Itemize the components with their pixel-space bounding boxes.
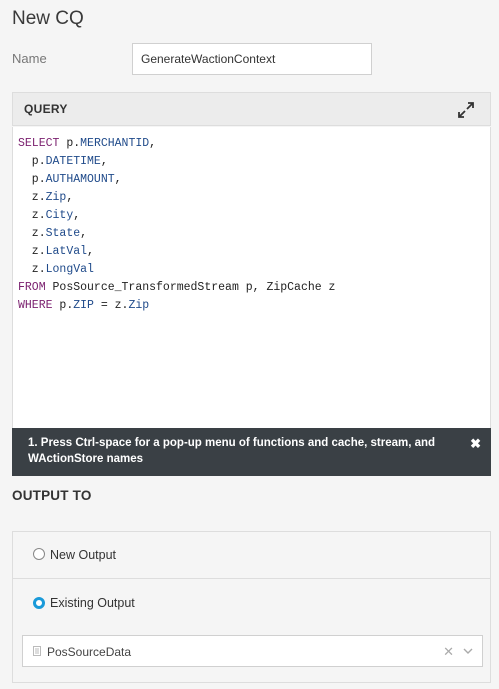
query-line: z.State, [18, 225, 485, 243]
query-field: Zip [45, 191, 67, 204]
query-text: PosSource_TransformedStream p, ZipCache … [45, 281, 336, 294]
existing-output-label: Existing Output [50, 596, 135, 610]
clear-icon[interactable]: ✕ [443, 644, 454, 660]
new-output-radio[interactable] [33, 548, 45, 560]
query-text: z. [18, 209, 46, 222]
output-title: OUTPUT TO [12, 488, 92, 503]
query-field: LatVal [45, 245, 88, 258]
page-title: New CQ [12, 8, 84, 29]
query-field: State [45, 227, 81, 240]
query-text: , [87, 245, 94, 258]
query-text: , [100, 155, 108, 168]
query-field: DATETIME [45, 155, 101, 168]
query-line: p.DATETIME, [18, 153, 485, 171]
query-text: z. [18, 245, 46, 258]
tip-banner: 1. Press Ctrl-space for a pop-up menu of… [12, 428, 491, 476]
query-text: z. [18, 263, 46, 276]
query-keyword: SELECT [18, 137, 60, 150]
query-text: , [114, 173, 122, 186]
query-text: p. [18, 173, 46, 186]
query-line: z.LongVal [18, 261, 485, 279]
query-line: z.LatVal, [18, 243, 485, 261]
query-header: QUERY [12, 92, 491, 126]
query-text: z. [18, 191, 46, 204]
query-line: p.AUTHAMOUNT, [18, 171, 485, 189]
query-editor[interactable]: SELECT p.MERCHANTID, p.DATETIME, p.AUTHA… [12, 127, 491, 429]
query-text: p. [52, 299, 74, 312]
query-text: , [66, 191, 74, 204]
document-icon [33, 646, 41, 656]
new-output-label: New Output [50, 548, 117, 562]
select-value: PosSourceData [47, 645, 132, 659]
query-text: z. [18, 227, 46, 240]
query-field: ZIP [73, 299, 94, 312]
existing-output-select[interactable]: PosSourceData ✕ [22, 635, 483, 667]
tip-text: 1. Press Ctrl-space for a pop-up menu of… [28, 437, 436, 465]
query-field: Zip [128, 299, 150, 312]
name-label: Name [12, 51, 47, 66]
query-line: z.City, [18, 207, 485, 225]
query-text: p. [59, 137, 81, 150]
query-keyword: FROM [18, 281, 46, 294]
close-icon[interactable]: ✖ [470, 436, 481, 452]
new-output-option[interactable]: New Output [13, 532, 490, 579]
query-title: QUERY [24, 102, 68, 116]
name-input[interactable] [132, 43, 372, 75]
query-text: , [73, 209, 81, 222]
query-field: LongVal [45, 263, 94, 276]
query-line: FROM PosSource_TransformedStream p, ZipC… [18, 279, 485, 297]
query-field: AUTHAMOUNT [45, 173, 115, 186]
query-text: , [149, 137, 157, 150]
chevron-down-icon[interactable] [463, 647, 473, 655]
query-line: WHERE p.ZIP = z.Zip [18, 297, 485, 315]
query-field: MERCHANTID [80, 137, 150, 150]
query-field: City [45, 209, 74, 222]
query-text: , [80, 227, 88, 240]
existing-output-radio[interactable] [33, 597, 45, 609]
query-line: SELECT p.MERCHANTID, [18, 135, 485, 153]
expand-icon[interactable] [456, 100, 476, 120]
query-text: = z. [93, 299, 129, 312]
query-keyword: WHERE [18, 299, 53, 312]
query-line: z.Zip, [18, 189, 485, 207]
query-text: p. [18, 155, 46, 168]
output-panel: New Output Existing Output PosSourceData… [12, 531, 491, 683]
